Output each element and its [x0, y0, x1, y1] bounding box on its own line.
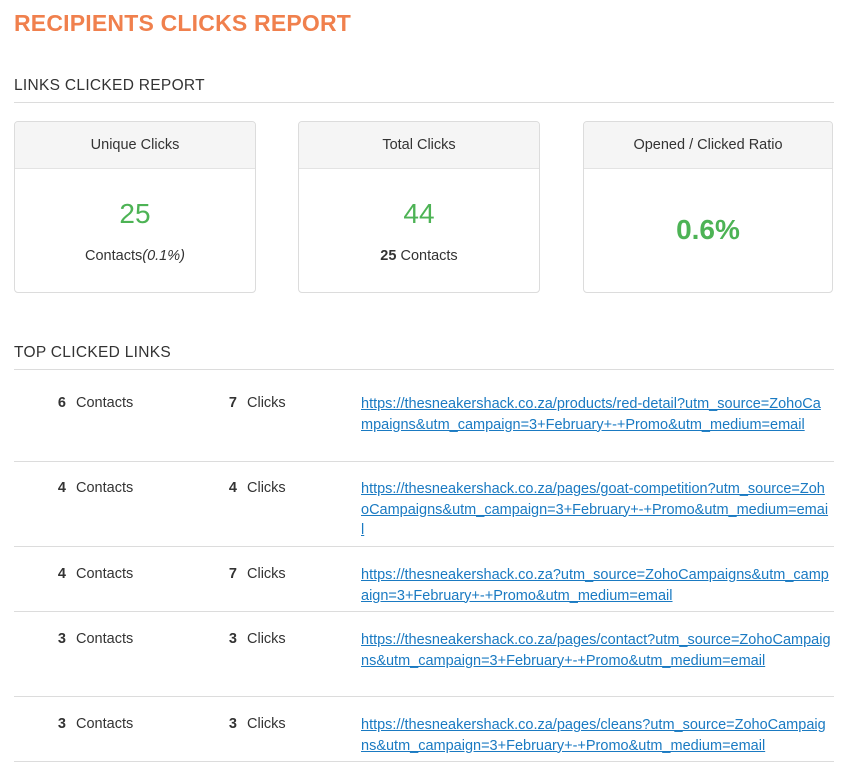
clicks-label: Clicks — [247, 566, 286, 582]
opened-clicked-ratio-card: Opened / Clicked Ratio 0.6% — [583, 121, 833, 293]
unique-clicks-value[interactable]: 25 — [15, 198, 255, 230]
section-divider — [14, 102, 834, 103]
contacts-label: Contacts — [76, 480, 134, 496]
clicks-label: Clicks — [247, 631, 286, 647]
opened-clicked-ratio-label: Opened / Clicked Ratio — [584, 122, 832, 169]
clicked-link-url[interactable]: https://thesneakershack.co.za/pages/goat… — [361, 479, 831, 541]
unique-clicks-percentage: (0.1%) — [142, 248, 185, 264]
total-clicks-value[interactable]: 44 — [299, 198, 539, 230]
list-item: 4 Contacts 4 Clicks https://thesneakersh… — [14, 462, 834, 547]
unique-clicks-card: Unique Clicks 25 Contacts(0.1%) — [14, 121, 256, 293]
clicks-count[interactable]: 3 — [223, 716, 237, 732]
contacts-count[interactable]: 6 — [52, 395, 66, 411]
clicked-link-url[interactable]: https://thesneakershack.co.za/products/r… — [361, 394, 831, 435]
unique-clicks-contacts: Contacts(0.1%) — [15, 248, 255, 264]
clicked-link-url[interactable]: https://thesneakershack.co.za/pages/clea… — [361, 715, 831, 756]
total-clicks-contacts: 25 Contacts — [299, 248, 539, 264]
contacts-count[interactable]: 3 — [52, 716, 66, 732]
opened-clicked-ratio-value: 0.6% — [676, 214, 740, 245]
unique-clicks-label: Unique Clicks — [15, 122, 255, 169]
clicks-label: Clicks — [247, 480, 286, 496]
list-item: 4 Contacts 7 Clicks https://thesneakersh… — [14, 547, 834, 612]
contacts-label: Contacts — [76, 716, 134, 732]
list-item: 3 Contacts 3 Clicks https://thesneakersh… — [14, 612, 834, 697]
total-clicks-card: Total Clicks 44 25 Contacts — [298, 121, 540, 293]
list-item: 3 Contacts 3 Clicks https://thesneakersh… — [14, 697, 834, 762]
total-clicks-contacts-label: Contacts — [396, 248, 458, 264]
list-item: 6 Contacts 7 Clicks https://thesneakersh… — [14, 370, 834, 462]
total-clicks-contacts-count: 25 — [380, 248, 397, 264]
contacts-label: Contacts — [76, 631, 134, 647]
page-title: RECIPIENTS CLICKS REPORT — [14, 10, 352, 36]
top-clicked-links-heading: TOP CLICKED LINKS — [14, 344, 171, 361]
contacts-count[interactable]: 3 — [52, 631, 66, 647]
total-clicks-label: Total Clicks — [299, 122, 539, 169]
clicks-count[interactable]: 7 — [223, 395, 237, 411]
contacts-count[interactable]: 4 — [52, 480, 66, 496]
clicks-count[interactable]: 7 — [223, 566, 237, 582]
clicks-count[interactable]: 3 — [223, 631, 237, 647]
contacts-label: Contacts — [76, 395, 134, 411]
links-clicked-report-heading: LINKS CLICKED REPORT — [14, 77, 205, 94]
clicks-label: Clicks — [247, 395, 286, 411]
unique-clicks-contacts-label: Contacts — [85, 248, 143, 264]
clicked-link-url[interactable]: https://thesneakershack.co.za?utm_source… — [361, 565, 831, 606]
clicks-count[interactable]: 4 — [223, 480, 237, 496]
top-clicked-links-list: 6 Contacts 7 Clicks https://thesneakersh… — [14, 370, 834, 762]
contacts-label: Contacts — [76, 566, 134, 582]
clicked-link-url[interactable]: https://thesneakershack.co.za/pages/cont… — [361, 630, 831, 671]
clicks-label: Clicks — [247, 716, 286, 732]
contacts-count[interactable]: 4 — [52, 566, 66, 582]
